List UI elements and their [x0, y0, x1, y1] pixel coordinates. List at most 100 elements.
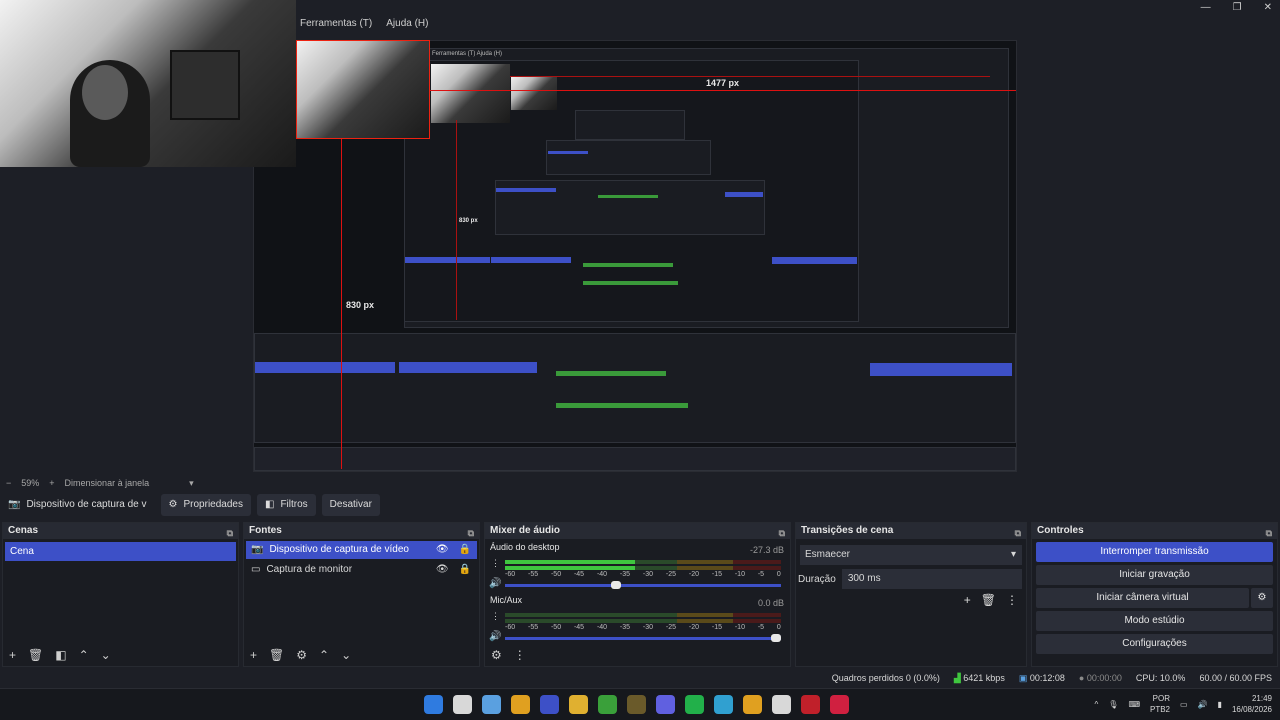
scenes-footer: + 🗑 ◧ ⌃ ⌄ [3, 648, 111, 662]
scale-dropdown-icon[interactable]: ▾ [189, 478, 194, 489]
tick-label: -15 [711, 571, 722, 578]
taskbar-app-icon[interactable] [569, 695, 588, 714]
webcam-capture [0, 0, 296, 167]
taskbar-app-icon[interactable] [772, 695, 791, 714]
mixer-dock: Mixer de áudio ⧉ Áudio do desktop -27.3 d… [484, 522, 791, 667]
arrow-down-icon[interactable]: ⌄ [341, 648, 351, 662]
keyboard-icon[interactable]: ⌨ [1128, 700, 1140, 709]
nested-capture-4 [546, 140, 711, 175]
taskbar-app-icon[interactable] [830, 695, 849, 714]
studio-mode-button[interactable]: Modo estúdio [1036, 611, 1273, 631]
kebab-icon[interactable]: ⋮ [491, 558, 500, 569]
add-icon[interactable]: + [250, 648, 257, 662]
volume-fader[interactable] [505, 581, 781, 589]
tray-arrow-icon[interactable]: ^ [1095, 700, 1099, 709]
duration-label: Duração [798, 573, 836, 585]
undock-icon[interactable]: ⧉ [1266, 525, 1272, 541]
duration-input[interactable]: 300 ms [841, 569, 1022, 589]
speaker-icon[interactable]: 🔊 [489, 631, 501, 642]
nested-blue-4 [725, 192, 763, 197]
undock-icon[interactable]: ⧉ [779, 525, 785, 541]
taskbar-app-icon[interactable] [714, 695, 733, 714]
settings-button[interactable]: Configurações [1036, 634, 1273, 654]
kebab-icon[interactable]: ⋮ [491, 611, 500, 622]
taskbar-app-icon[interactable] [801, 695, 820, 714]
tick-label: -25 [665, 571, 677, 578]
undock-icon[interactable]: ⧉ [1015, 525, 1021, 541]
nested-capture-5 [575, 110, 685, 140]
volume-fader[interactable] [505, 634, 781, 642]
undock-icon[interactable]: ⧉ [227, 525, 233, 541]
scene-item[interactable]: Cena [5, 542, 236, 561]
arrow-down-icon[interactable]: ⌄ [101, 648, 111, 662]
gear-icon[interactable]: ⚙ [296, 648, 307, 662]
language-indicator[interactable]: POR PTB2 [1150, 693, 1170, 715]
gear-icon[interactable]: ⚙ [491, 648, 502, 662]
fader-knob[interactable] [610, 581, 621, 589]
menu-help[interactable]: Ajuda (H) [386, 18, 428, 29]
fader-knob[interactable] [771, 634, 781, 642]
level-meter [505, 619, 781, 623]
undock-icon[interactable]: ⧉ [468, 525, 474, 541]
eye-icon[interactable]: 👁 [436, 561, 449, 579]
taskbar-app-icon[interactable] [627, 695, 646, 714]
add-icon[interactable]: + [964, 593, 971, 607]
filter-icon[interactable]: ◧ [55, 648, 66, 662]
sources-title: Fontes ⧉ [244, 523, 479, 539]
volume-icon[interactable]: 🔊 [1198, 700, 1208, 709]
tick-label: -40 [596, 571, 608, 578]
battery-icon[interactable]: ▮ [1218, 700, 1222, 709]
eye-icon[interactable]: 👁 [436, 541, 449, 559]
scale-mode[interactable]: Dimensionar à janela [65, 478, 150, 488]
maximize-button[interactable]: ❐ [1233, 2, 1242, 13]
minimize-button[interactable]: — [1201, 2, 1211, 13]
close-button[interactable]: ✕ [1264, 2, 1272, 13]
arrow-up-icon[interactable]: ⌃ [79, 648, 89, 662]
tick-label: -30 [642, 624, 654, 631]
taskbar-app-icon[interactable] [453, 695, 472, 714]
nested-meter [583, 263, 673, 267]
source-item-camera[interactable]: 📷 Dispositivo de captura de vídeo 👁 🔒 [246, 541, 477, 559]
taskbar-app-icon[interactable] [685, 695, 704, 714]
lock-icon[interactable]: 🔒 [459, 561, 471, 579]
taskbar-app-icon[interactable] [540, 695, 559, 714]
trash-icon[interactable]: 🗑 [269, 648, 284, 662]
selected-source: 📷 Dispositivo de captura de v [0, 494, 155, 516]
speaker-icon[interactable]: 🔊 [489, 578, 501, 589]
add-icon[interactable]: + [9, 648, 16, 662]
preview-canvas[interactable]: 1477 px 830 px 830 px Ferramentas (T) Aj… [0, 0, 1280, 476]
mic-icon[interactable]: 🎙 [1108, 700, 1118, 709]
deactivate-button[interactable]: Desativar [321, 493, 380, 516]
menu-tools[interactable]: Ferramentas (T) [300, 18, 372, 29]
taskbar-app-icon[interactable] [743, 695, 762, 714]
monitor-icon: ▭ [251, 564, 261, 575]
properties-button[interactable]: ⚙ Propriedades [160, 493, 251, 516]
transition-select[interactable]: Esmaecer ▾ [800, 545, 1022, 565]
taskbar-app-icon[interactable] [482, 695, 501, 714]
gear-icon: ⚙ [168, 499, 178, 510]
tick-label: -40 [596, 624, 608, 631]
taskbar-app-icon[interactable] [656, 695, 675, 714]
lock-icon[interactable]: 🔒 [459, 541, 471, 559]
kebab-icon[interactable]: ⋮ [514, 648, 526, 662]
zoom-out-button[interactable]: − [6, 478, 11, 488]
source-item-monitor[interactable]: ▭ Captura de monitor 👁 🔒 [246, 561, 477, 579]
zoom-in-button[interactable]: + [49, 478, 54, 488]
start-recording-button[interactable]: Iniciar gravação [1036, 565, 1273, 585]
trash-icon[interactable]: 🗑 [28, 648, 43, 662]
taskbar-app-icon[interactable] [598, 695, 617, 714]
kebab-icon[interactable]: ⋮ [1006, 593, 1018, 607]
trash-icon[interactable]: 🗑 [981, 593, 996, 607]
arrow-up-icon[interactable]: ⌃ [319, 648, 329, 662]
chevron-down-icon: ▾ [1010, 549, 1016, 560]
stop-stream-button[interactable]: Interromper transmissão [1036, 542, 1273, 562]
taskbar-app-icon[interactable] [424, 695, 443, 714]
selection-box[interactable] [296, 40, 430, 139]
virtual-camera-button[interactable]: Iniciar câmera virtual [1036, 588, 1249, 608]
network-icon[interactable]: ▭ [1180, 700, 1188, 709]
taskbar-app-icon[interactable] [511, 695, 530, 714]
clock[interactable]: 21:49 16/08/2026 [1232, 693, 1272, 715]
filters-button[interactable]: ◧ Filtros [256, 493, 316, 516]
tick-label: 0 [776, 624, 781, 631]
gear-icon[interactable]: ⚙ [1251, 588, 1273, 608]
